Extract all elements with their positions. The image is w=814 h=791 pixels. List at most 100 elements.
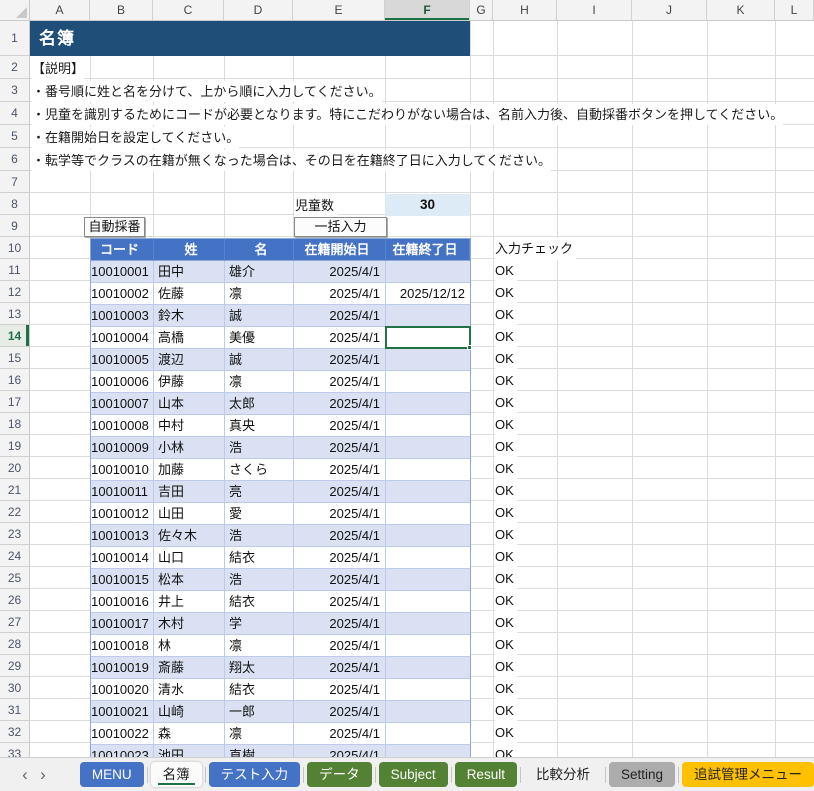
row-header-1[interactable]: 1	[0, 21, 30, 56]
row-header-12[interactable]: 12	[0, 281, 30, 303]
cell[interactable]: 10010020	[91, 679, 154, 701]
cell[interactable]	[386, 371, 470, 393]
row-header-4[interactable]: 4	[0, 102, 30, 125]
check-column-header[interactable]: 入力チェック	[495, 238, 576, 260]
cell[interactable]: 2025/4/1	[294, 327, 386, 349]
cell[interactable]: 2025/4/1	[294, 723, 386, 745]
cell[interactable]: 2025/4/1	[294, 503, 386, 525]
cell[interactable]: 学	[225, 613, 294, 635]
cell[interactable]: 佐々木	[154, 525, 225, 547]
cell[interactable]: 10010017	[91, 613, 154, 635]
select-all-corner[interactable]	[0, 0, 30, 21]
column-header-H[interactable]: H	[493, 0, 557, 21]
sheet-tab-Result[interactable]: Result	[455, 762, 517, 787]
cell[interactable]: 2025/4/1	[294, 415, 386, 437]
column-title[interactable]: 名	[225, 239, 294, 261]
sheet-tab-追試管理メニュー[interactable]: 追試管理メニュー	[682, 762, 814, 787]
check-status[interactable]: OK	[495, 700, 517, 722]
cell[interactable]: 加藤	[154, 459, 225, 481]
cell[interactable]	[386, 349, 470, 371]
cell[interactable]: 10010011	[91, 481, 154, 503]
cell[interactable]	[386, 261, 470, 283]
column-header-J[interactable]: J	[632, 0, 707, 21]
cell[interactable]: 凛	[225, 635, 294, 657]
column-header-I[interactable]: I	[557, 0, 632, 21]
check-status[interactable]: OK	[495, 458, 517, 480]
cell[interactable]	[386, 525, 470, 547]
cell[interactable]: 2025/4/1	[294, 701, 386, 723]
cell[interactable]: 10010004	[91, 327, 154, 349]
cell[interactable]: 2025/4/1	[294, 745, 386, 757]
check-status[interactable]: OK	[495, 348, 517, 370]
cell[interactable]: 10010023	[91, 745, 154, 757]
row-header-7[interactable]: 7	[0, 171, 30, 193]
prev-sheet-arrow-icon[interactable]: ‹	[16, 763, 34, 787]
cell[interactable]: 10010019	[91, 657, 154, 679]
check-status[interactable]: OK	[495, 282, 517, 304]
check-status[interactable]: OK	[495, 502, 517, 524]
row-header-27[interactable]: 27	[0, 611, 30, 633]
row-header-33[interactable]: 33	[0, 743, 30, 757]
check-status[interactable]: OK	[495, 656, 517, 678]
cell[interactable]: 中村	[154, 415, 225, 437]
cell[interactable]: 2025/4/1	[294, 635, 386, 657]
cell[interactable]: 10010022	[91, 723, 154, 745]
cell[interactable]: 10010018	[91, 635, 154, 657]
cell[interactable]	[386, 701, 470, 723]
row-header-2[interactable]: 2	[0, 56, 30, 79]
row-header-26[interactable]: 26	[0, 589, 30, 611]
sheet-tab-テスト入力[interactable]: テスト入力	[209, 762, 301, 787]
cell[interactable]: 10010007	[91, 393, 154, 415]
cell[interactable]: 2025/4/1	[294, 679, 386, 701]
cell[interactable]: 10010013	[91, 525, 154, 547]
cell[interactable]: 10010016	[91, 591, 154, 613]
column-header-E[interactable]: E	[293, 0, 385, 21]
cell[interactable]	[386, 745, 470, 757]
row-header-15[interactable]: 15	[0, 347, 30, 369]
cell[interactable]: 結衣	[225, 591, 294, 613]
cell[interactable]: 10010005	[91, 349, 154, 371]
column-header-B[interactable]: B	[90, 0, 153, 21]
row-header-29[interactable]: 29	[0, 655, 30, 677]
sheet-tab-データ[interactable]: データ	[307, 762, 372, 787]
child-count-label[interactable]: 児童数	[295, 195, 338, 216]
cell[interactable]: 一郎	[225, 701, 294, 723]
check-status[interactable]: OK	[495, 392, 517, 414]
cell[interactable]: 凛	[225, 723, 294, 745]
cell[interactable]: 2025/4/1	[294, 261, 386, 283]
cell[interactable]: 結衣	[225, 679, 294, 701]
row-header-11[interactable]: 11	[0, 259, 30, 281]
sheet-tab-Setting[interactable]: Setting	[609, 762, 675, 787]
check-status[interactable]: OK	[495, 480, 517, 502]
cell[interactable]: 10010014	[91, 547, 154, 569]
cell[interactable]: 木村	[154, 613, 225, 635]
cell[interactable]: 10010006	[91, 371, 154, 393]
bulk-input-button[interactable]: 一括入力	[294, 217, 387, 237]
cell[interactable]: 林	[154, 635, 225, 657]
check-status[interactable]: OK	[495, 260, 517, 282]
sheet-tab-名簿[interactable]: 名簿	[151, 762, 202, 787]
cell[interactable]: 佐藤	[154, 283, 225, 305]
column-title[interactable]: コード	[91, 239, 154, 261]
check-status[interactable]: OK	[495, 524, 517, 546]
cell[interactable]: 10010003	[91, 305, 154, 327]
cell[interactable]	[386, 305, 470, 327]
cell[interactable]: 真央	[225, 415, 294, 437]
cell[interactable]: 愛	[225, 503, 294, 525]
cell[interactable]: 山本	[154, 393, 225, 415]
row-header-32[interactable]: 32	[0, 721, 30, 743]
cell[interactable]: 亮	[225, 481, 294, 503]
row-header-25[interactable]: 25	[0, 567, 30, 589]
sheet-title-cell[interactable]: 名簿	[30, 21, 470, 56]
cell[interactable]: 結衣	[225, 547, 294, 569]
check-status[interactable]: OK	[495, 744, 517, 757]
cell[interactable]: 2025/4/1	[294, 569, 386, 591]
cell[interactable]: 2025/4/1	[294, 393, 386, 415]
cell[interactable]: 池田	[154, 745, 225, 757]
cell[interactable]: 10010015	[91, 569, 154, 591]
row-header-22[interactable]: 22	[0, 501, 30, 523]
cell[interactable]: 小林	[154, 437, 225, 459]
cell[interactable]: 山口	[154, 547, 225, 569]
row-header-13[interactable]: 13	[0, 303, 30, 325]
cell[interactable]: 誠	[225, 349, 294, 371]
